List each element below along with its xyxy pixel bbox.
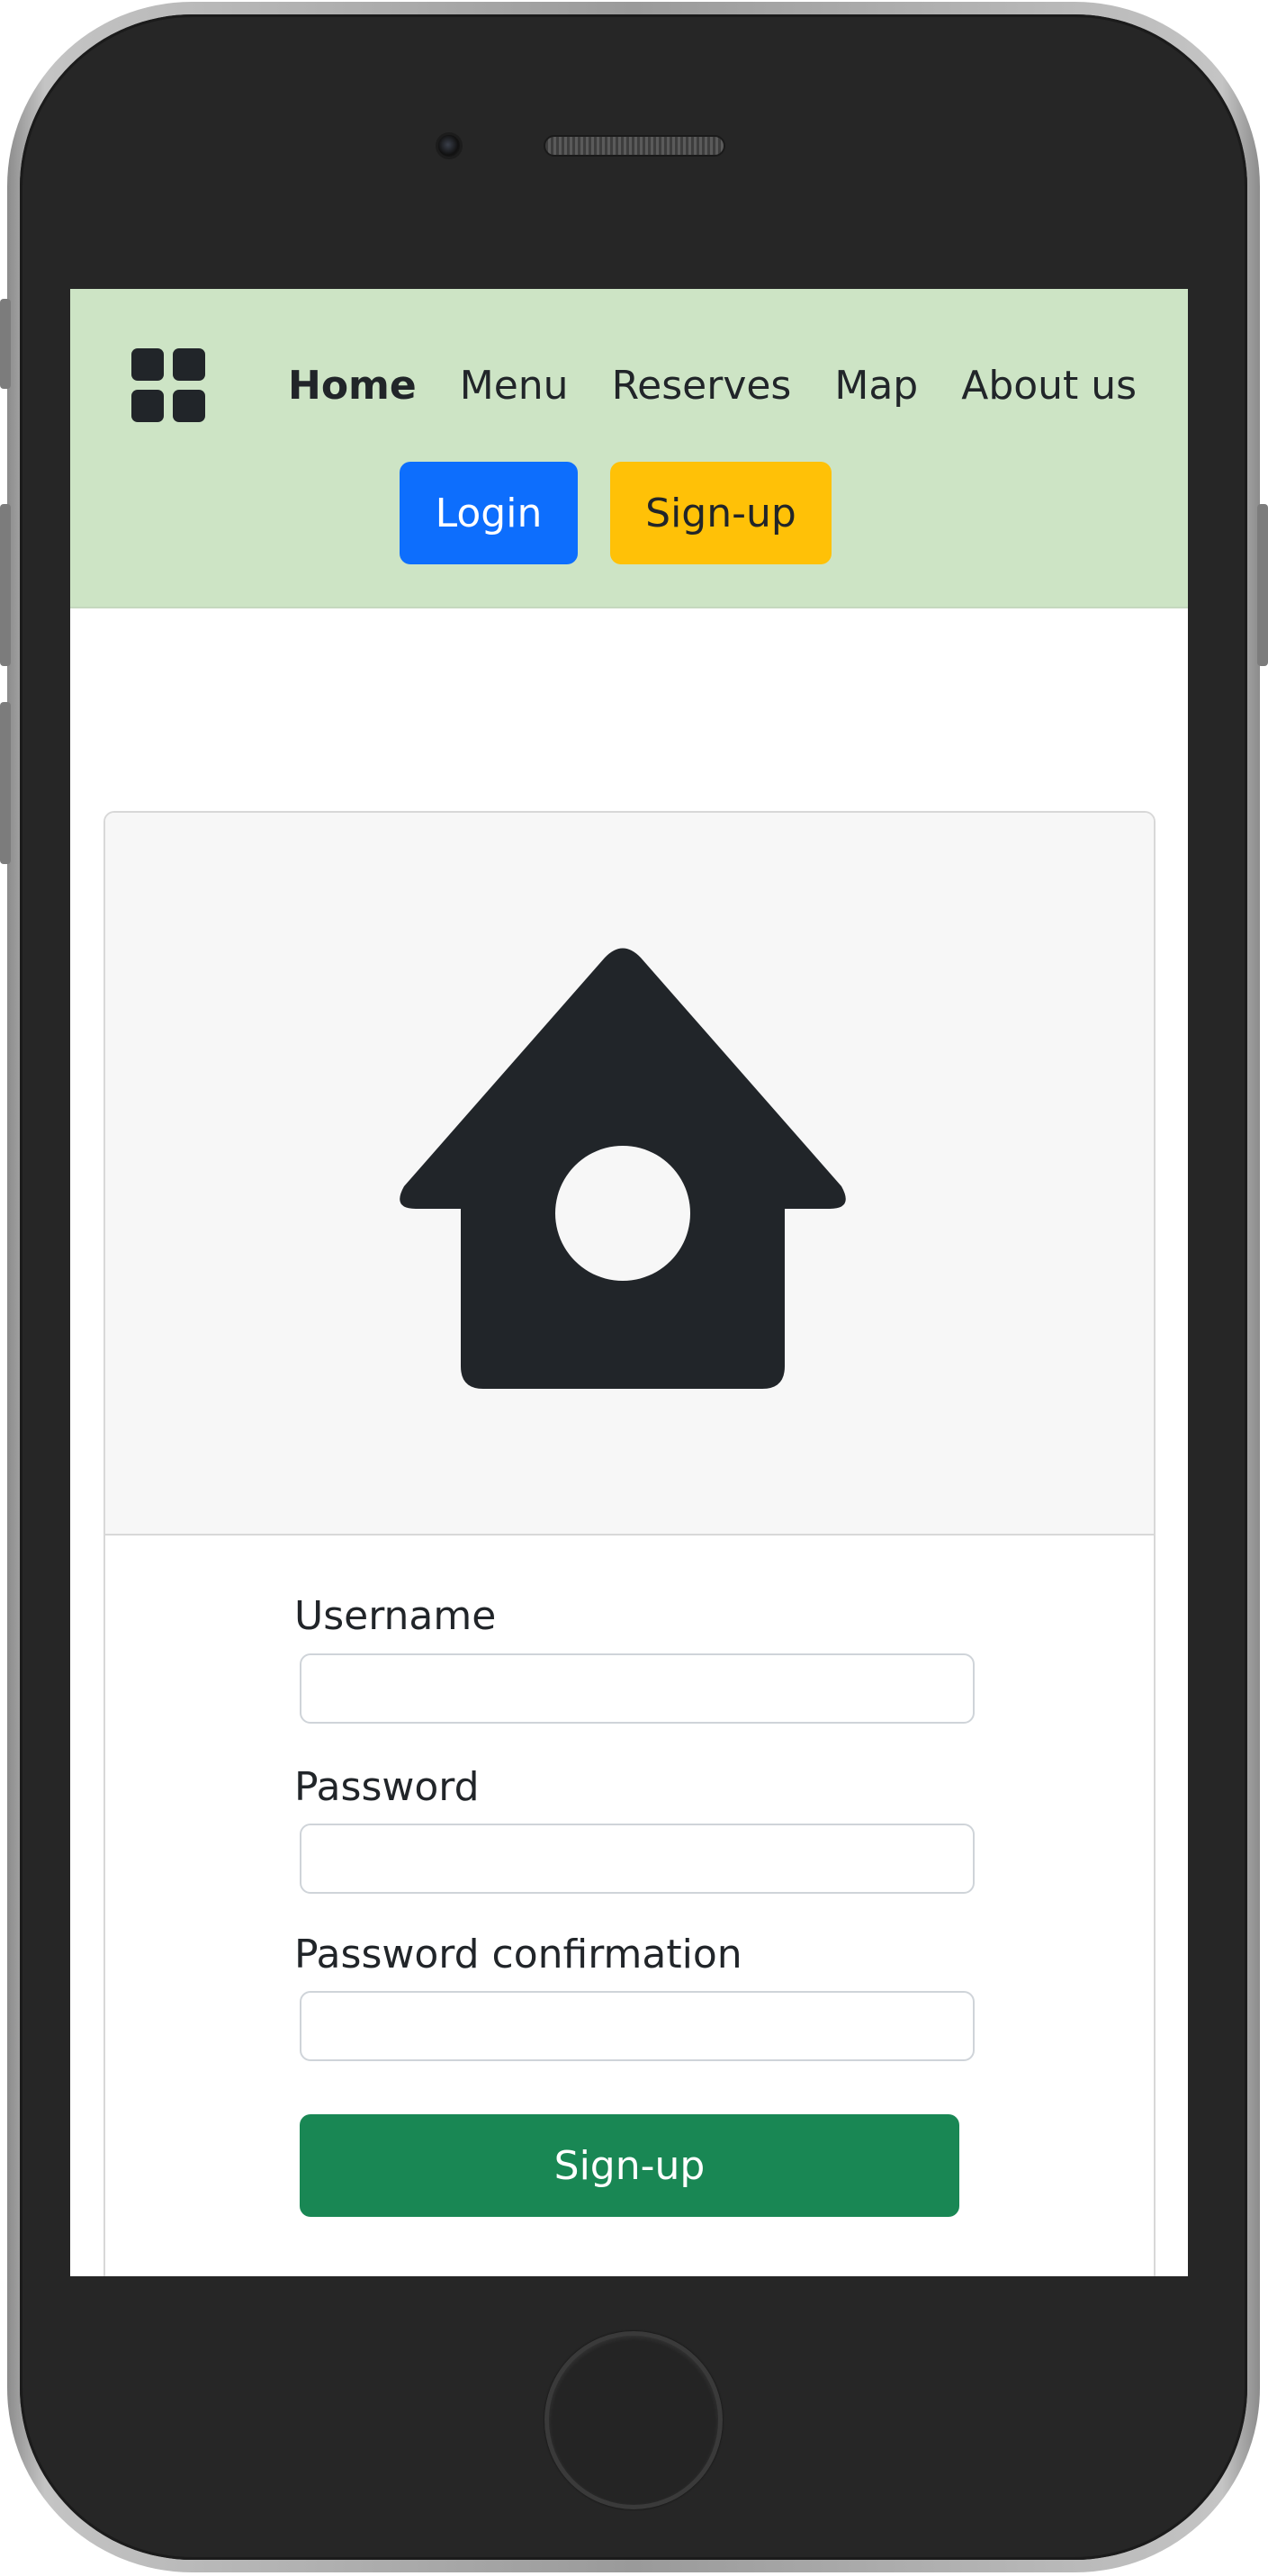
signup-card: Username Password Password confirmation <box>103 811 1156 2276</box>
nav-signup-button[interactable]: Sign-up <box>610 462 832 564</box>
earpiece-speaker <box>544 135 725 157</box>
password-label: Password <box>294 1764 480 1810</box>
nav-link-menu[interactable]: Menu <box>460 363 569 409</box>
grid-icon-cell <box>131 348 164 381</box>
phone-silent-switch <box>0 299 11 389</box>
login-button[interactable]: Login <box>400 462 578 564</box>
grid-icon[interactable] <box>131 348 205 422</box>
grid-icon-cell <box>173 348 205 381</box>
signup-submit-button[interactable]: Sign-up <box>300 2114 959 2217</box>
grid-icon-cell <box>173 390 205 422</box>
phone-power-button <box>1257 504 1268 666</box>
nav-links: Home Menu Reserves Map About us <box>288 354 1137 417</box>
phone-volume-down-button <box>0 702 11 864</box>
phone-home-button[interactable] <box>544 2331 723 2509</box>
username-label: Username <box>294 1593 497 1639</box>
navbar: Home Menu Reserves Map About us Login Si… <box>70 289 1188 608</box>
nav-link-about-us[interactable]: About us <box>961 363 1137 409</box>
grid-icon-cell <box>131 390 164 422</box>
phone-screen: Home Menu Reserves Map About us Login Si… <box>70 289 1188 2276</box>
nav-link-reserves[interactable]: Reserves <box>612 363 792 409</box>
password-confirmation-label: Password confirmation <box>294 1932 742 1977</box>
phone-volume-up-button <box>0 504 11 666</box>
front-camera <box>436 132 463 159</box>
password-confirmation-input[interactable] <box>300 1991 975 2061</box>
house-icon <box>400 948 846 1389</box>
password-input[interactable] <box>300 1824 975 1894</box>
nav-link-home[interactable]: Home <box>288 363 417 409</box>
nav-link-map[interactable]: Map <box>834 363 918 409</box>
card-header <box>105 813 1154 1536</box>
username-input[interactable] <box>300 1653 975 1724</box>
